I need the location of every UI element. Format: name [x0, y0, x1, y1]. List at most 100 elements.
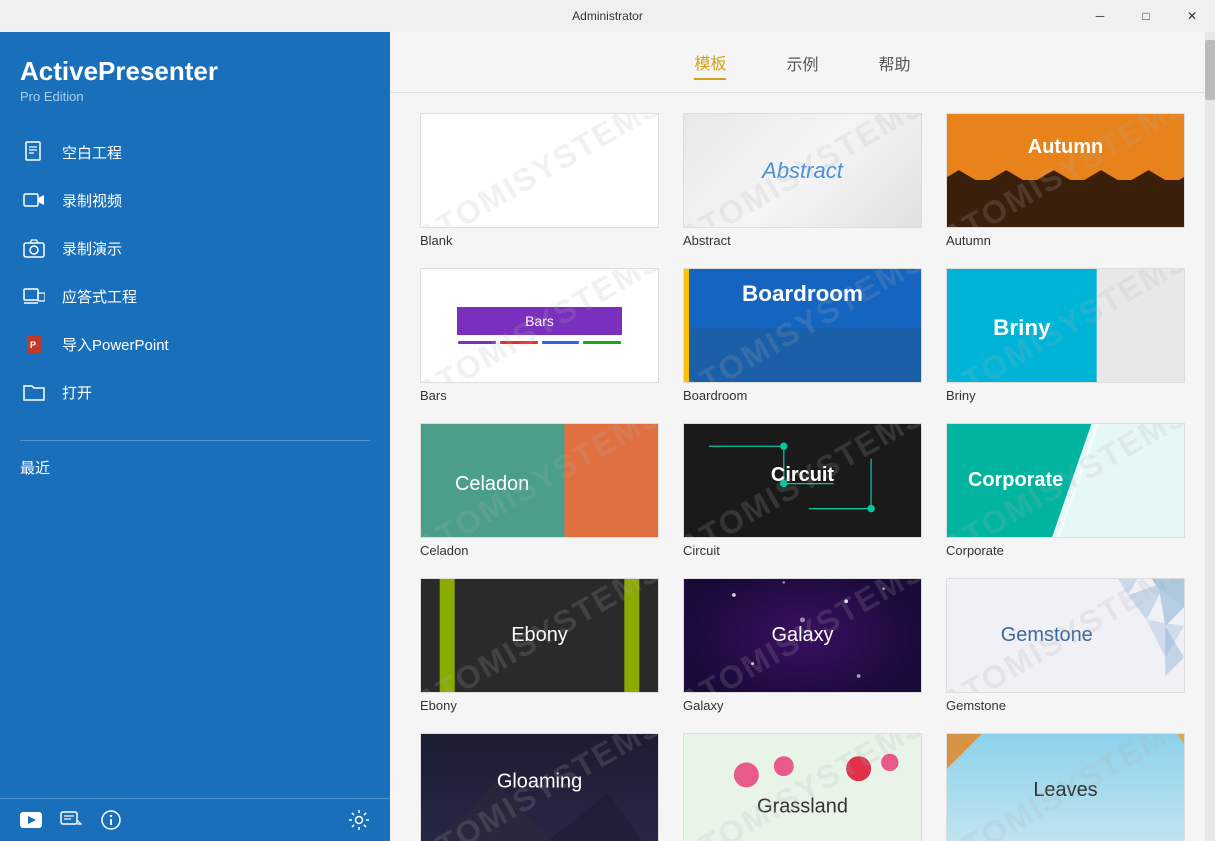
bar-purple: [458, 341, 496, 344]
template-blank[interactable]: ATOMISYSTEMS Blank: [420, 113, 659, 248]
settings-icon[interactable]: [348, 809, 370, 831]
leaves-svg: Leaves: [947, 734, 1184, 841]
template-autumn[interactable]: Autumn ATOMISYSTEMS Autumn: [946, 113, 1185, 248]
templates-container: ATOMISYSTEMS Blank Abstract ATOMISYSTEMS…: [390, 93, 1215, 841]
template-ebony[interactable]: Ebony ATOMISYSTEMS Ebony: [420, 578, 659, 713]
corporate-svg: Corporate: [947, 424, 1184, 537]
sidebar-item-open[interactable]: 打开: [0, 368, 390, 416]
celadon-svg: Celadon: [421, 424, 658, 537]
template-thumb-galaxy: Galaxy ATOMISYSTEMS: [683, 578, 922, 693]
svg-text:Boardroom: Boardroom: [742, 281, 863, 306]
template-thumb-corporate: Corporate ATOMISYSTEMS: [946, 423, 1185, 538]
info-icon[interactable]: [100, 809, 122, 831]
template-briny[interactable]: Briny ATOMISYSTEMS Briny: [946, 268, 1185, 403]
sidebar-bottom: [0, 798, 390, 841]
tab-bar: 模板 示例 帮助: [390, 32, 1215, 93]
template-thumb-grassland: Grassland ATOMISYSTEMS: [683, 733, 922, 841]
template-label-gemstone: Gemstone: [946, 698, 1185, 713]
minimize-button[interactable]: ─: [1077, 0, 1123, 32]
svg-text:Briny: Briny: [993, 315, 1051, 340]
sidebar-header: ActivePresenter Pro Edition: [0, 32, 390, 112]
template-boardroom[interactable]: Boardroom ATOMISYSTEMS Boardroom: [683, 268, 922, 403]
template-label-briny: Briny: [946, 388, 1185, 403]
sidebar-label-blank: 空白工程: [62, 142, 122, 163]
bars-lines: [445, 341, 635, 344]
video-icon: [20, 186, 48, 214]
svg-text:Ebony: Ebony: [511, 624, 568, 646]
template-thumb-leaves: Leaves ATOMISYSTEMS: [946, 733, 1185, 841]
tab-examples[interactable]: 示例: [786, 47, 818, 79]
sidebar-item-record-video[interactable]: 录制视频: [0, 176, 390, 224]
template-galaxy[interactable]: Galaxy ATOMISYSTEMS Galaxy: [683, 578, 922, 713]
sidebar-label-responsive: 应答式工程: [62, 286, 137, 307]
bar-red: [500, 341, 538, 344]
app-title: ActivePresenter: [20, 56, 370, 87]
title-bar-text: Administrator: [572, 9, 643, 23]
sidebar-label-record-video: 录制视频: [62, 190, 122, 211]
sidebar-menu: 空白工程 录制视频: [0, 112, 390, 432]
template-thumb-gemstone: Gemstone ATOMISYSTEMS: [946, 578, 1185, 693]
template-thumb-briny: Briny ATOMISYSTEMS: [946, 268, 1185, 383]
template-corporate[interactable]: Corporate ATOMISYSTEMS Corporate: [946, 423, 1185, 558]
content-area: 模板 示例 帮助 ATOMISYSTEMS Blank Abstract AT: [390, 32, 1215, 841]
template-label-corporate: Corporate: [946, 543, 1185, 558]
autumn-title-text: Autumn: [1028, 136, 1104, 159]
template-abstract[interactable]: Abstract ATOMISYSTEMS Abstract: [683, 113, 922, 248]
template-thumb-autumn: Autumn ATOMISYSTEMS: [946, 113, 1185, 228]
maximize-button[interactable]: □: [1123, 0, 1169, 32]
template-grassland[interactable]: Grassland ATOMISYSTEMS Grassland: [683, 733, 922, 841]
tab-help[interactable]: 帮助: [879, 47, 911, 79]
sidebar-bottom-icons: [20, 809, 122, 831]
document-icon: [20, 138, 48, 166]
template-bars[interactable]: Bars ATOMISYSTEMS Bars: [420, 268, 659, 403]
sidebar-item-blank[interactable]: 空白工程: [0, 128, 390, 176]
sidebar-item-import-ppt[interactable]: P 导入PowerPoint: [0, 320, 390, 368]
template-celadon[interactable]: Celadon ATOMISYSTEMS Celadon: [420, 423, 659, 558]
template-thumb-boardroom: Boardroom ATOMISYSTEMS: [683, 268, 922, 383]
template-thumb-bars: Bars ATOMISYSTEMS: [420, 268, 659, 383]
svg-text:Circuit: Circuit: [771, 464, 835, 486]
templates-grid: ATOMISYSTEMS Blank Abstract ATOMISYSTEMS…: [420, 113, 1185, 841]
sidebar-item-record-demo[interactable]: 录制演示: [0, 224, 390, 272]
template-label-blank: Blank: [420, 233, 659, 248]
template-label-abstract: Abstract: [683, 233, 922, 248]
svg-text:Celadon: Celadon: [455, 473, 529, 495]
svg-text:Galaxy: Galaxy: [771, 624, 833, 646]
template-circuit[interactable]: Circuit ATOMISYSTEMS Circuit: [683, 423, 922, 558]
feedback-icon[interactable]: [60, 809, 82, 831]
sidebar-recent: 最近: [0, 449, 390, 486]
sidebar-divider: [20, 440, 370, 441]
youtube-icon[interactable]: [20, 809, 42, 831]
tab-templates[interactable]: 模板: [694, 46, 726, 80]
template-label-bars: Bars: [420, 388, 659, 403]
title-bar-controls: ─ □ ✕: [1077, 0, 1215, 32]
grassland-svg: Grassland: [684, 734, 921, 841]
template-thumb-blank: ATOMISYSTEMS: [420, 113, 659, 228]
sidebar-item-responsive[interactable]: 应答式工程: [0, 272, 390, 320]
watermark-blank: ATOMISYSTEMS: [420, 113, 659, 228]
template-label-galaxy: Galaxy: [683, 698, 922, 713]
template-label-autumn: Autumn: [946, 233, 1185, 248]
responsive-icon: [20, 282, 48, 310]
svg-text:Grassland: Grassland: [757, 795, 848, 817]
template-gemstone[interactable]: Gemstone ATOMISYSTEMS Gemstone: [946, 578, 1185, 713]
template-label-boardroom: Boardroom: [683, 388, 922, 403]
template-thumb-abstract: Abstract ATOMISYSTEMS: [683, 113, 922, 228]
camera-icon: [20, 234, 48, 262]
scrollbar-thumb[interactable]: [1205, 40, 1215, 100]
close-button[interactable]: ✕: [1169, 0, 1215, 32]
bar-green: [583, 341, 621, 344]
sidebar-label-import-ppt: 导入PowerPoint: [62, 334, 169, 355]
template-gloaming[interactable]: Gloaming ATOMISYSTEMS Gloaming: [420, 733, 659, 841]
main-layout: ActivePresenter Pro Edition 空白工程: [0, 32, 1215, 841]
template-leaves[interactable]: Leaves ATOMISYSTEMS Leaves: [946, 733, 1185, 841]
template-thumb-celadon: Celadon ATOMISYSTEMS: [420, 423, 659, 538]
powerpoint-icon: P: [20, 330, 48, 358]
ebony-svg: Ebony: [421, 579, 658, 692]
template-thumb-gloaming: Gloaming ATOMISYSTEMS: [420, 733, 659, 841]
sidebar-label-record-demo: 录制演示: [62, 238, 122, 259]
gemstone-svg: Gemstone: [947, 579, 1184, 692]
abstract-text: Abstract: [762, 158, 843, 184]
briny-svg: Briny: [947, 269, 1184, 382]
svg-text:Gemstone: Gemstone: [1001, 624, 1093, 646]
